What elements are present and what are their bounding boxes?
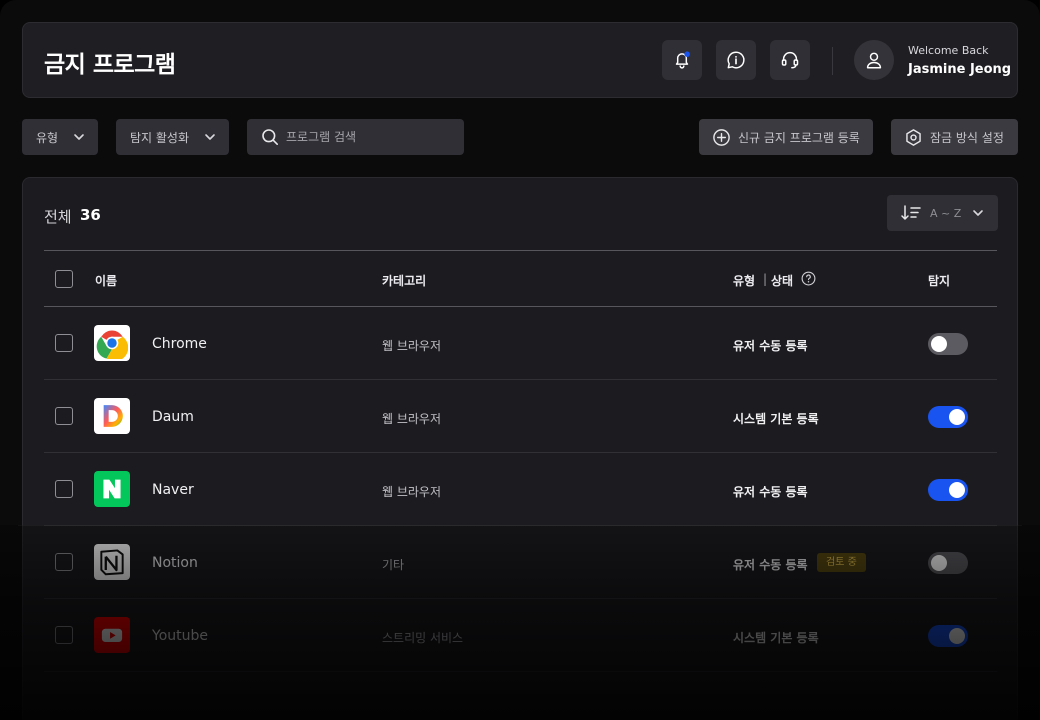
program-list-panel: 전체 36 A ~ Z 이름 카테고리 유형 | 상태 탐지 Chrome 웹 … <box>22 177 1018 720</box>
chevron-down-icon <box>973 210 983 216</box>
row-checkbox[interactable] <box>55 407 73 425</box>
total-count: 36 <box>80 206 101 224</box>
column-type: 유형 <box>733 274 756 288</box>
row-checkbox[interactable] <box>55 334 73 352</box>
detect-toggle[interactable] <box>928 552 968 574</box>
detect-filter-dropdown[interactable]: 탐지 활성화 <box>116 119 229 155</box>
youtube-icon <box>94 617 130 653</box>
search-box[interactable] <box>247 119 464 155</box>
user-icon <box>866 52 882 69</box>
type-filter-dropdown[interactable]: 유형 <box>22 119 98 155</box>
column-name: 이름 <box>95 274 118 288</box>
table-row[interactable]: Chrome 웹 브라우저 유저 수동 등록 <box>44 307 997 380</box>
app-type: 유저 수동 등록 <box>733 339 808 353</box>
naver-icon <box>94 471 130 507</box>
total-label: 전체 <box>44 208 72 226</box>
search-icon <box>262 129 278 145</box>
search-input[interactable] <box>286 119 456 155</box>
column-status: 상태 <box>771 274 794 288</box>
sort-label: A ~ Z <box>930 207 962 220</box>
register-program-label: 신규 금지 프로그램 등록 <box>738 130 860 145</box>
chevron-down-icon <box>205 134 215 140</box>
app-type: 유저 수동 등록 <box>733 485 808 499</box>
chevron-down-icon <box>74 134 84 140</box>
table-row[interactable]: Notion 기타 유저 수동 등록 검토 중 <box>44 526 997 599</box>
app-name: Notion <box>152 555 198 571</box>
notification-button[interactable] <box>662 40 702 80</box>
info-chat-button[interactable] <box>716 40 756 80</box>
column-category: 카테고리 <box>382 274 427 288</box>
type-filter-label: 유형 <box>36 130 59 145</box>
column-separator: | <box>763 272 768 286</box>
app-category: 스트리밍 서비스 <box>382 631 464 645</box>
table-header: 이름 카테고리 유형 | 상태 탐지 <box>44 250 997 307</box>
support-button[interactable] <box>770 40 810 80</box>
app-window: 금지 프로그램 Welcome Back Jasmine Jeong 유형 탐지… <box>0 0 1040 720</box>
page-title: 금지 프로그램 <box>44 52 176 78</box>
app-type: 시스템 기본 등록 <box>733 631 819 645</box>
app-category: 웹 브라우저 <box>382 485 442 499</box>
app-category: 웹 브라우저 <box>382 339 442 353</box>
notification-dot <box>684 51 690 57</box>
app-name: Youtube <box>152 628 208 644</box>
row-checkbox[interactable] <box>55 480 73 498</box>
detect-toggle[interactable] <box>928 406 968 428</box>
app-name: Daum <box>152 409 194 425</box>
app-type: 시스템 기본 등록 <box>733 412 819 426</box>
plus-circle-icon <box>713 128 730 146</box>
app-category: 기타 <box>382 558 405 572</box>
row-checkbox[interactable] <box>55 553 73 571</box>
table-row[interactable]: Daum 웹 브라우저 시스템 기본 등록 <box>44 380 997 453</box>
app-name: Naver <box>152 482 194 498</box>
column-detect: 탐지 <box>928 274 951 288</box>
bell-icon <box>675 51 690 69</box>
user-name: Jasmine Jeong <box>908 62 1012 77</box>
chrome-icon <box>94 325 130 361</box>
detect-toggle[interactable] <box>928 333 968 355</box>
lock-settings-button[interactable]: 잠금 방식 설정 <box>891 119 1018 155</box>
sort-dropdown[interactable]: A ~ Z <box>887 195 998 231</box>
register-program-button[interactable]: 신규 금지 프로그램 등록 <box>699 119 873 155</box>
row-checkbox[interactable] <box>55 626 73 644</box>
welcome-text: Welcome Back <box>908 44 989 57</box>
detect-filter-label: 탐지 활성화 <box>130 130 190 145</box>
select-all-checkbox[interactable] <box>55 270 73 288</box>
app-category: 웹 브라우저 <box>382 412 442 426</box>
daum-icon <box>94 398 130 434</box>
app-type: 유저 수동 등록 <box>733 558 808 572</box>
detect-toggle[interactable] <box>928 479 968 501</box>
settings-hex-icon <box>906 128 921 146</box>
header-divider <box>832 47 833 75</box>
help-icon[interactable] <box>801 271 816 286</box>
avatar[interactable] <box>854 40 894 80</box>
status-badge: 검토 중 <box>817 553 866 572</box>
notion-icon <box>94 544 130 580</box>
detect-toggle[interactable] <box>928 625 968 647</box>
table-row[interactable]: Youtube 스트리밍 서비스 시스템 기본 등록 <box>44 599 997 672</box>
lock-settings-label: 잠금 방식 설정 <box>930 130 1004 145</box>
fade-edge <box>18 525 1022 526</box>
app-name: Chrome <box>152 336 207 352</box>
table-row[interactable]: Naver 웹 브라우저 유저 수동 등록 <box>44 453 997 526</box>
headset-icon <box>781 51 799 69</box>
info-chat-icon <box>727 51 745 69</box>
top-header: 금지 프로그램 Welcome Back Jasmine Jeong <box>22 22 1018 98</box>
sort-icon <box>901 205 921 220</box>
